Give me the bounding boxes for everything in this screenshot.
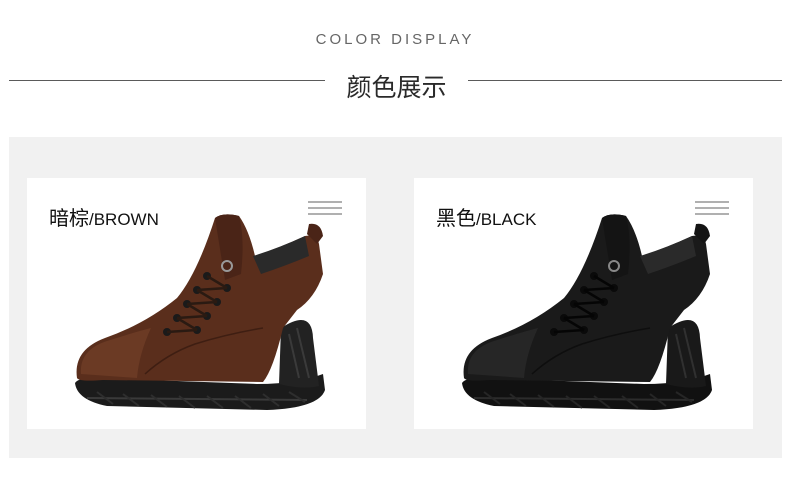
section-heading: 颜色展示 bbox=[0, 66, 790, 110]
color-display-subtitle: COLOR DISPLAY bbox=[315, 31, 475, 48]
page-title: 颜色展示 bbox=[346, 73, 447, 102]
boot-black-icon bbox=[462, 214, 712, 410]
color-option-black[interactable]: 黑色/BLACK bbox=[414, 178, 753, 429]
color-option-brown[interactable]: 暗棕/BROWN bbox=[27, 178, 366, 429]
boot-brown-icon bbox=[75, 214, 325, 410]
color-options-panel: 暗棕/BROWN 黑色/BLACK bbox=[9, 137, 782, 458]
heading-divider-right bbox=[468, 80, 782, 81]
heading-divider-left bbox=[9, 80, 325, 81]
